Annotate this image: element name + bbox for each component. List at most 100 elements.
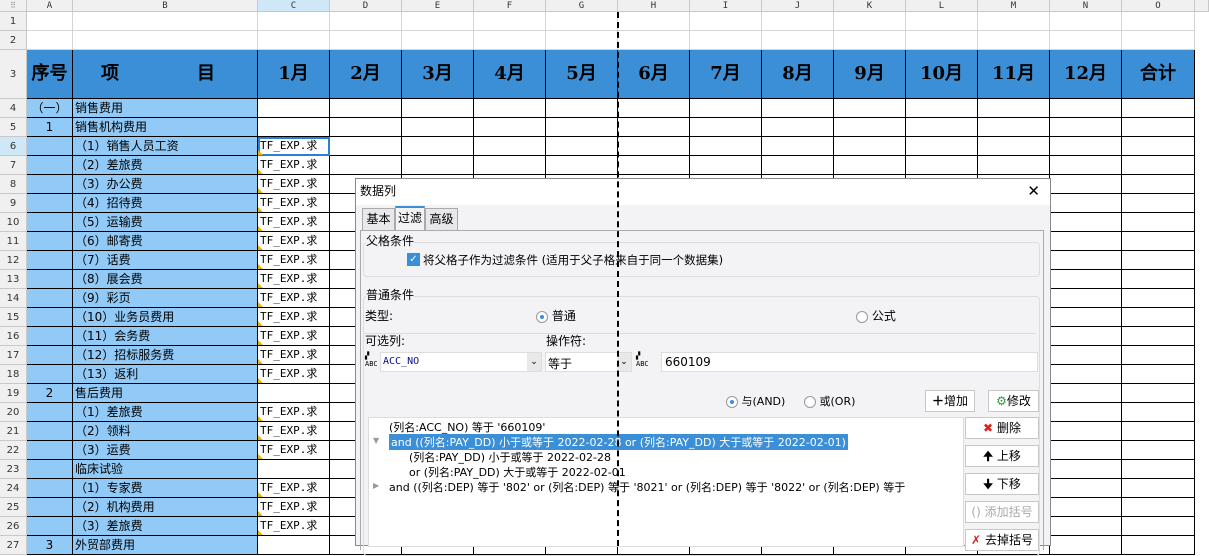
cell-seq[interactable] [27, 270, 73, 289]
cell-seq[interactable] [27, 194, 73, 213]
cell-item[interactable]: （1）差旅费 [73, 403, 258, 422]
cell-formula[interactable]: TF_EXP.求 [258, 270, 330, 289]
cell[interactable] [906, 156, 978, 175]
row-header[interactable]: 1 [0, 12, 27, 31]
cell-formula[interactable]: TF_EXP.求 [258, 517, 330, 536]
cell[interactable] [546, 137, 618, 156]
cell[interactable] [618, 12, 690, 31]
cell-seq[interactable] [27, 346, 73, 365]
cell[interactable] [762, 99, 834, 118]
header-month[interactable]: 5月 [546, 50, 618, 99]
cell[interactable] [906, 137, 978, 156]
cell[interactable] [1122, 118, 1195, 137]
and-radio[interactable]: 与(AND) [726, 393, 785, 409]
cell-formula[interactable]: TF_EXP.求 [258, 175, 330, 194]
cell[interactable] [1050, 156, 1122, 175]
cell[interactable] [402, 12, 474, 31]
column-header-G[interactable]: G [546, 0, 618, 12]
cell[interactable] [906, 12, 978, 31]
header-month[interactable]: 11月 [978, 50, 1050, 99]
cell[interactable] [1050, 289, 1122, 308]
cell[interactable] [1122, 12, 1195, 31]
expand-icon[interactable]: ▶ [373, 481, 379, 490]
cell-formula[interactable]: TF_EXP.求 [258, 194, 330, 213]
cell-item[interactable]: （11）会务费 [73, 327, 258, 346]
cell-formula[interactable]: TF_EXP.求 [258, 156, 330, 175]
cell[interactable] [690, 156, 762, 175]
cell[interactable] [27, 12, 73, 31]
tree-item[interactable]: or (列名:PAY_DD) 大于或等于 2022-02-01 [409, 464, 626, 480]
cell[interactable] [1122, 213, 1195, 232]
cell[interactable] [1050, 232, 1122, 251]
cell[interactable] [1050, 175, 1122, 194]
header-month[interactable]: 9月 [834, 50, 906, 99]
close-icon[interactable]: ✕ [1027, 179, 1040, 203]
cell[interactable] [1122, 346, 1195, 365]
header-month[interactable]: 6月 [618, 50, 690, 99]
cell[interactable] [1122, 498, 1195, 517]
cell-formula[interactable]: TF_EXP.求 [258, 251, 330, 270]
cell-formula[interactable]: TF_EXP.求 [258, 289, 330, 308]
cell-seq[interactable] [27, 517, 73, 536]
cell[interactable] [474, 156, 546, 175]
header-month[interactable]: 7月 [690, 50, 762, 99]
cell[interactable] [1050, 422, 1122, 441]
cell-seq[interactable] [27, 213, 73, 232]
chevron-down-icon[interactable]: ⌄ [527, 353, 541, 371]
row-header[interactable]: 6 [0, 137, 27, 156]
cell[interactable] [1050, 479, 1122, 498]
cell[interactable] [1122, 460, 1195, 479]
cell-item[interactable]: （12）招标服务费 [73, 346, 258, 365]
cell[interactable] [1050, 384, 1122, 403]
cell[interactable] [258, 12, 330, 31]
row-header[interactable]: 15 [0, 308, 27, 327]
cell-item[interactable]: （2）差旅费 [73, 156, 258, 175]
chevron-down-icon[interactable]: ⌄ [617, 353, 631, 371]
row-header[interactable]: 4 [0, 99, 27, 118]
cell[interactable] [978, 118, 1050, 137]
cell[interactable] [546, 118, 618, 137]
cell[interactable] [330, 12, 402, 31]
cell[interactable] [978, 12, 1050, 31]
cell-item[interactable]: 销售费用 [73, 99, 258, 118]
tree-item[interactable]: (列名:PAY_DD) 小于或等于 2022-02-28 [409, 449, 611, 465]
column-header-M[interactable]: M [978, 0, 1050, 12]
cell[interactable] [906, 99, 978, 118]
cell[interactable] [1050, 517, 1122, 536]
cell[interactable] [1050, 251, 1122, 270]
column-header-N[interactable]: N [1050, 0, 1122, 12]
cell[interactable] [618, 99, 690, 118]
or-radio[interactable]: 或(OR) [804, 393, 855, 409]
header-month[interactable]: 12月 [1050, 50, 1122, 99]
move-up-button[interactable]: 🠉 上移 [965, 445, 1039, 467]
cell[interactable] [1050, 498, 1122, 517]
modify-button[interactable]: ⚙修改 [988, 390, 1039, 412]
select-all-corner[interactable]: ⠿ [0, 0, 27, 12]
cell-item[interactable]: （3）差旅费 [73, 517, 258, 536]
cell[interactable] [1050, 31, 1122, 50]
cell-item[interactable]: （1）专家费 [73, 479, 258, 498]
tree-item[interactable]: and ((列名:DEP) 等于 '802' or (列名:DEP) 等于 '8… [389, 479, 905, 495]
cell[interactable] [330, 156, 402, 175]
cell-formula[interactable]: TF_EXP.求 [258, 137, 330, 156]
cell-seq[interactable] [27, 232, 73, 251]
cell[interactable] [73, 31, 258, 50]
row-header[interactable]: 5 [0, 118, 27, 137]
cell[interactable] [1122, 441, 1195, 460]
cell[interactable] [1122, 156, 1195, 175]
cell[interactable] [1122, 194, 1195, 213]
cell-item[interactable]: （3）运费 [73, 441, 258, 460]
cell[interactable] [73, 12, 258, 31]
cell-seq[interactable] [27, 460, 73, 479]
cell[interactable] [1122, 365, 1195, 384]
move-down-button[interactable]: 🠋 下移 [965, 473, 1039, 495]
row-header[interactable]: 17 [0, 346, 27, 365]
cell[interactable] [546, 31, 618, 50]
tab-advanced[interactable]: 高级 [425, 208, 458, 230]
row-header[interactable]: 22 [0, 441, 27, 460]
cell-formula[interactable]: TF_EXP.求 [258, 346, 330, 365]
cell-seq[interactable] [27, 365, 73, 384]
cell[interactable] [546, 156, 618, 175]
cell[interactable] [474, 12, 546, 31]
cell[interactable] [1050, 118, 1122, 137]
